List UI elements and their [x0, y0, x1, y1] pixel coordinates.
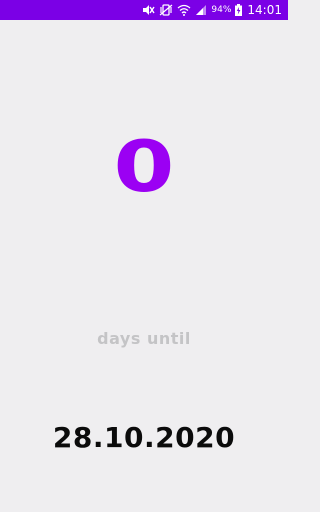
- vibrate-icon: [159, 4, 173, 16]
- mute-icon: [141, 4, 155, 16]
- days-until-label: days until: [97, 329, 191, 348]
- cell-signal-icon: [195, 4, 207, 16]
- status-bar: 94% 14:01: [0, 0, 288, 20]
- wifi-icon: [177, 4, 191, 16]
- target-date: 28.10.2020: [52, 421, 236, 454]
- battery-charging-icon: [235, 4, 243, 16]
- battery-percent: 94%: [211, 5, 232, 15]
- clock-time: 14:01: [247, 3, 282, 17]
- days-count: 0: [113, 126, 175, 208]
